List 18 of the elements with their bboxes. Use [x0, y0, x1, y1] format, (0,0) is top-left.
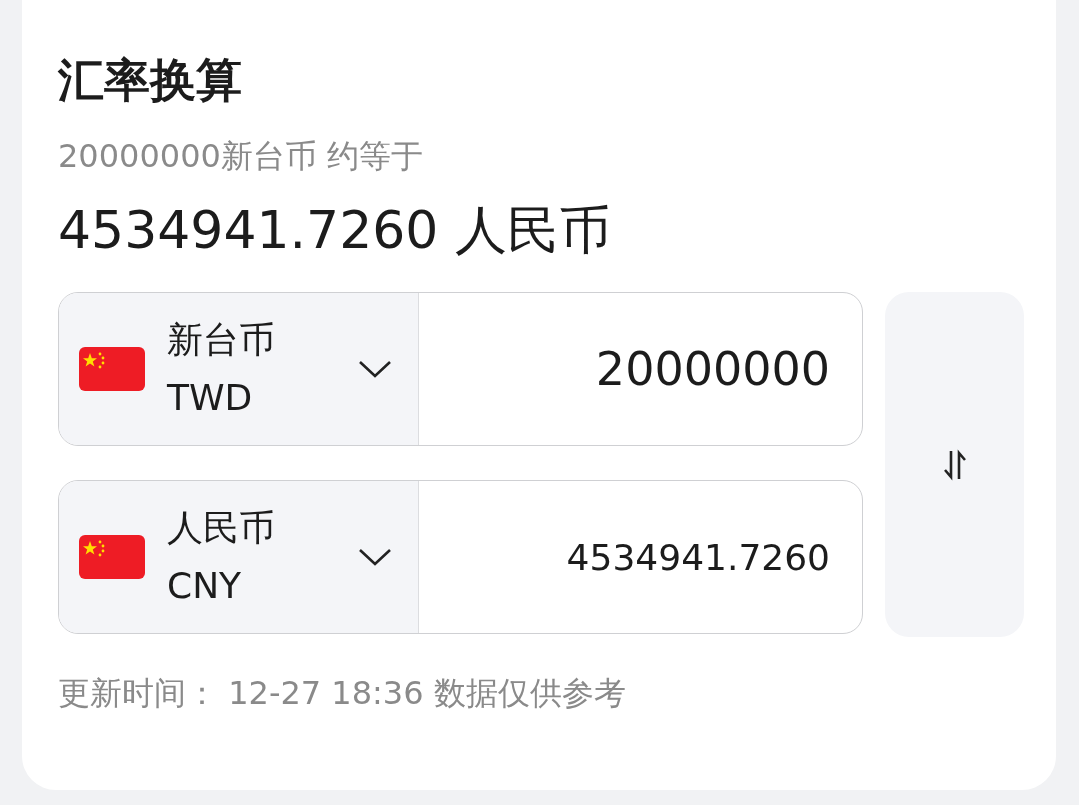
- swap-button[interactable]: [885, 292, 1024, 637]
- currency-name: 人民币: [167, 506, 276, 550]
- currency-picker[interactable]: 新台币 TWD: [59, 293, 419, 445]
- summary-text: 20000000新台币 约等于: [58, 136, 425, 177]
- flag-icon: [79, 347, 145, 391]
- currency-code: TWD: [167, 376, 254, 420]
- swap-icon: [942, 448, 967, 481]
- currency-picker[interactable]: 人民币 CNY: [59, 481, 419, 633]
- chevron-down-icon: [358, 547, 392, 567]
- card-title: 汇率换算: [58, 52, 243, 109]
- amount-field[interactable]: 4534941.7260: [419, 481, 862, 633]
- currency-code: CNY: [167, 564, 243, 608]
- chevron-down-icon: [358, 359, 392, 379]
- amount-field[interactable]: 20000000: [419, 293, 862, 445]
- flag-icon: [79, 535, 145, 579]
- update-time-text: 更新时间： 12-27 18:36 数据仅供参考: [58, 673, 627, 714]
- currency-name: 新台币: [167, 318, 276, 362]
- result-text: 4534941.7260 人民币: [58, 199, 612, 262]
